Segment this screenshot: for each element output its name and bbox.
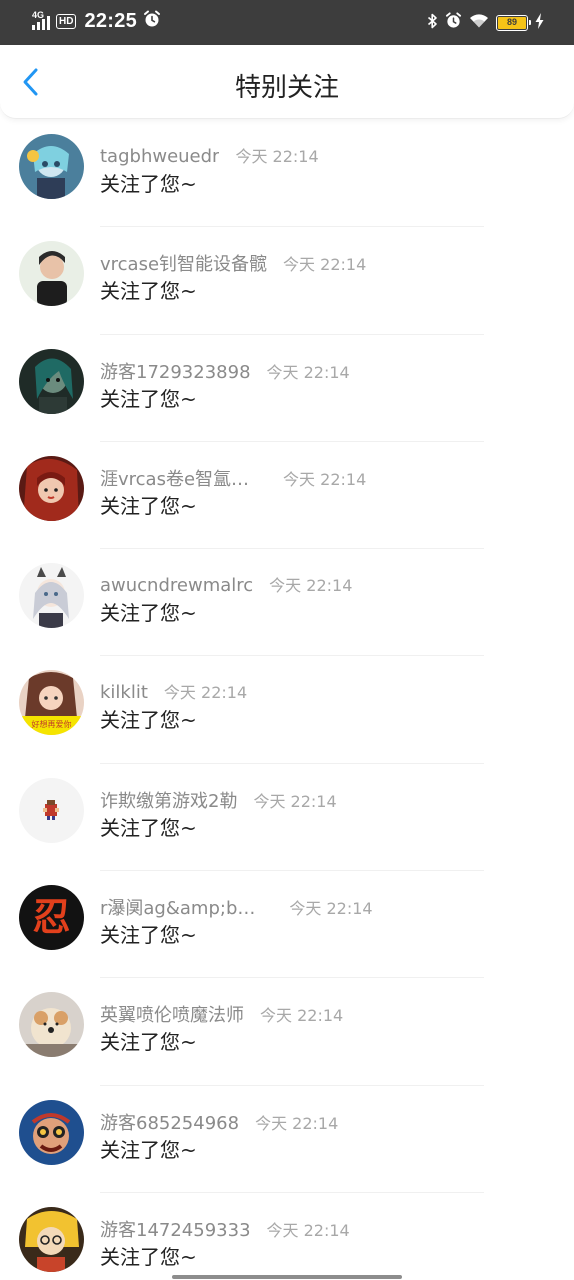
item-text: awucndrewmalrc 今天 22:14 关注了您~ [100, 572, 554, 626]
item-text: vrcase钊智能设备髋 今天 22:14 关注了您~ [100, 250, 554, 304]
charging-icon [535, 12, 544, 34]
username[interactable]: 游客1472459333 [100, 1216, 251, 1242]
avatar[interactable]: 忍 [19, 885, 84, 951]
item-text: 英翼喷伦喷魔法师 今天 22:14 关注了您~ [100, 1001, 554, 1055]
avatar[interactable] [19, 455, 84, 521]
item-meta: 游客685254968 今天 22:14 [100, 1109, 554, 1135]
message: 关注了您~ [100, 172, 197, 196]
username[interactable]: r瀑阒ag&amp;b… [100, 894, 255, 920]
username[interactable]: tagbhweuedr [100, 146, 219, 167]
username[interactable]: 英翼喷伦喷魔法师 [100, 1001, 244, 1027]
item-meta: awucndrewmalrc 今天 22:14 [100, 572, 554, 596]
item-meta: 游客1472459333 今天 22:14 [100, 1216, 554, 1242]
list-item[interactable]: 忍 r瀑阒ag&amp;b… 今天 22:14 关注了您~ [0, 871, 574, 979]
message: 关注了您~ [100, 386, 197, 411]
item-meta: 游客1729323898 今天 22:14 [100, 358, 554, 384]
timestamp: 今天 22:14 [255, 1113, 339, 1133]
page-title: 特别关注 [234, 73, 339, 103]
message: 关注了您~ [100, 1137, 197, 1162]
message: 关注了您~ [100, 923, 197, 948]
timestamp: 今天 22:14 [266, 1220, 350, 1240]
message: 关注了您~ [100, 279, 197, 304]
item-meta: kilklit 今天 22:14 [100, 679, 554, 703]
bluetooth-icon [427, 13, 438, 34]
username[interactable]: 诈欺缴第游戏2勒 [100, 787, 237, 813]
list-item[interactable]: vrcase钊智能设备髋 今天 22:14 关注了您~ [0, 227, 574, 335]
timestamp: 今天 22:14 [163, 683, 248, 703]
username[interactable]: 游客1729323898 [100, 358, 251, 384]
username[interactable]: 游客685254968 [100, 1109, 239, 1135]
avatar[interactable] [19, 563, 84, 629]
list-item[interactable]: 游客685254968 今天 22:14 关注了您~ [0, 1086, 574, 1193]
item-meta: 涯vrcas卷e智氲… 今天 22:14 [100, 465, 554, 491]
item-text: 游客685254968 今天 22:14 关注了您~ [100, 1109, 554, 1163]
list-item[interactable]: 诈欺缴第游戏2勒 今天 22:14 关注了您~ [0, 764, 574, 872]
username[interactable]: vrcase钊智能设备髋 [100, 250, 267, 276]
home-indicator[interactable] [172, 1275, 402, 1279]
avatar-glyph: 忍 [32, 894, 70, 939]
wifi-icon [469, 13, 489, 34]
avatar[interactable] [19, 348, 84, 414]
avatar[interactable] [19, 1206, 84, 1272]
status-left: 4G HD 22:25 [32, 10, 161, 33]
username[interactable]: awucndrewmalrc [100, 575, 253, 596]
message: 关注了您~ [100, 815, 197, 840]
item-text: kilklit 今天 22:14 关注了您~ [100, 679, 554, 733]
timestamp: 今天 22:14 [235, 147, 319, 166]
list-item[interactable]: awucndrewmalrc 今天 22:14 关注了您~ [0, 549, 574, 657]
item-meta: r瀑阒ag&amp;b… 今天 22:14 [100, 894, 554, 920]
timestamp: 今天 22:14 [266, 362, 350, 382]
alarm-icon [445, 12, 462, 34]
avatar[interactable]: 好想再爱你 [19, 670, 84, 736]
item-text: tagbhweuedr 今天 22:14 关注了您~ [100, 143, 554, 197]
hd-badge: HD [56, 14, 77, 29]
message: 关注了您~ [100, 708, 197, 733]
timestamp: 今天 22:14 [269, 576, 353, 596]
item-meta: 英翼喷伦喷魔法师 今天 22:14 [100, 1001, 554, 1027]
battery-level: 89 [498, 17, 526, 29]
item-meta: tagbhweuedr 今天 22:14 [100, 143, 554, 167]
item-meta: vrcase钊智能设备髋 今天 22:14 [100, 250, 554, 276]
avatar[interactable] [19, 241, 84, 307]
message: 关注了您~ [100, 601, 197, 626]
item-meta: 诈欺缴第游戏2勒 今天 22:14 [100, 787, 554, 813]
timestamp: 今天 22:14 [283, 469, 367, 489]
avatar[interactable] [19, 1099, 84, 1165]
avatar[interactable] [19, 992, 84, 1058]
list-item[interactable]: 涯vrcas卷e智氲… 今天 22:14 关注了您~ [0, 442, 574, 550]
avatar[interactable] [19, 777, 84, 843]
notification-list: tagbhweuedr 今天 22:14 关注了您~ vrcase钊智能设备髋 … [0, 120, 574, 1280]
username[interactable]: kilklit [100, 682, 148, 703]
avatar[interactable] [19, 134, 84, 199]
item-text: 涯vrcas卷e智氲… 今天 22:14 关注了您~ [100, 465, 554, 519]
item-text: r瀑阒ag&amp;b… 今天 22:14 关注了您~ [100, 894, 554, 948]
avatar-caption: 好想再爱你 [32, 719, 72, 729]
network-type: 4G [32, 9, 45, 20]
timestamp: 今天 22:14 [260, 1006, 344, 1026]
timestamp: 今天 22:14 [283, 255, 367, 275]
username[interactable]: 涯vrcas卷e智氲… [100, 465, 249, 491]
list-item[interactable]: 游客1729323898 今天 22:14 关注了您~ [0, 335, 574, 442]
timestamp: 今天 22:14 [289, 899, 373, 919]
message: 关注了您~ [100, 1244, 197, 1269]
status-time: 22:25 [84, 10, 138, 32]
cellular-signal-icon: 4G [32, 10, 50, 30]
item-text: 游客1729323898 今天 22:14 关注了您~ [100, 358, 554, 412]
nav-bar: 特别关注 [0, 45, 574, 119]
list-item[interactable]: tagbhweuedr 今天 22:14 关注了您~ [0, 120, 574, 228]
item-text: 游客1472459333 今天 22:14 关注了您~ [100, 1216, 554, 1270]
timestamp: 今天 22:14 [253, 791, 337, 811]
message: 关注了您~ [100, 493, 197, 518]
alarm-icon [143, 10, 161, 33]
list-item[interactable]: 英翼喷伦喷魔法师 今天 22:14 关注了您~ [0, 978, 574, 1086]
message: 关注了您~ [100, 1030, 197, 1055]
list-item[interactable]: 好想再爱你 kilklit 今天 22:14 关注了您~ [0, 656, 574, 764]
status-right: 89 [427, 12, 544, 34]
list-item[interactable]: 游客1472459333 今天 22:14 关注了您~ [0, 1193, 574, 1280]
status-bar: 4G HD 22:25 89 [0, 0, 574, 45]
battery-icon: 89 [496, 15, 531, 31]
item-text: 诈欺缴第游戏2勒 今天 22:14 关注了您~ [100, 787, 554, 841]
